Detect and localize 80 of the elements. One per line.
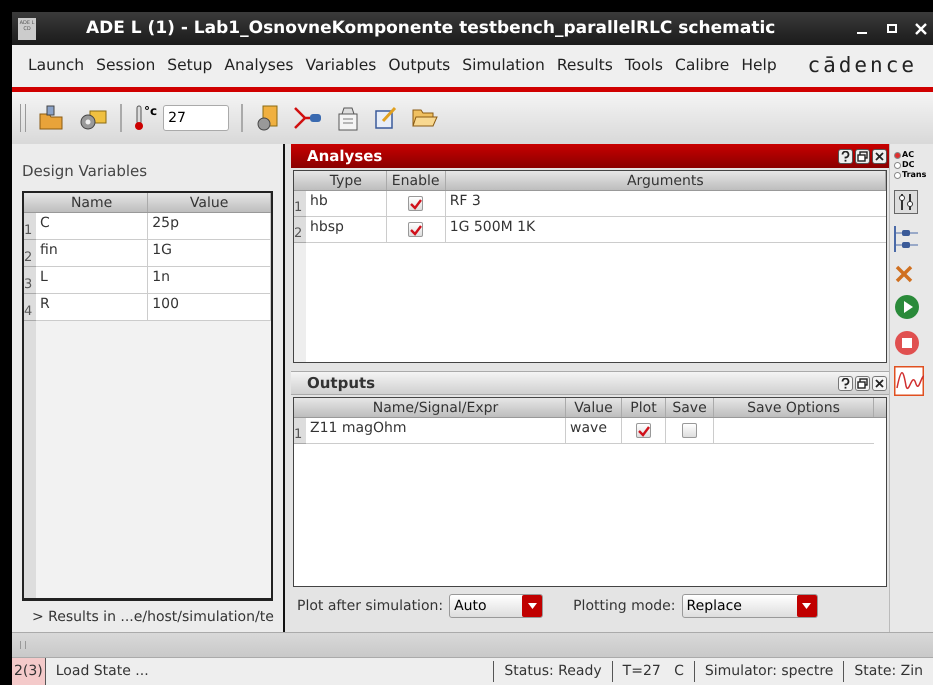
checkbox[interactable] bbox=[682, 423, 697, 438]
history-indicator: 2(3) bbox=[12, 658, 46, 685]
row-number: 4 bbox=[24, 294, 36, 320]
close-icon[interactable] bbox=[872, 376, 887, 390]
column-header[interactable]: Value bbox=[566, 398, 622, 417]
column-header[interactable]: Arguments bbox=[446, 171, 886, 190]
menu-item[interactable]: Session bbox=[96, 54, 156, 78]
maximize-icon[interactable] bbox=[887, 24, 897, 33]
field-label: Plot after simulation: bbox=[297, 596, 444, 616]
menu-item[interactable]: Simulation bbox=[462, 54, 545, 78]
close-icon[interactable] bbox=[872, 148, 887, 164]
temperature-text: T=27 C bbox=[612, 661, 694, 682]
stop-icon[interactable] bbox=[894, 330, 920, 356]
column-header[interactable]: Save Options bbox=[714, 398, 874, 417]
checkbox[interactable] bbox=[408, 196, 424, 211]
table-cell: R bbox=[36, 294, 148, 320]
table-cell: hb bbox=[306, 191, 387, 217]
waveform-icon[interactable] bbox=[894, 366, 924, 396]
menu-item[interactable]: Tools bbox=[624, 54, 663, 78]
table-cell: wave bbox=[566, 418, 622, 444]
row-number: 1 bbox=[24, 212, 36, 240]
status-text: Status: Ready bbox=[493, 661, 612, 682]
state-text: State: Zin bbox=[843, 661, 933, 682]
table-cell: 100 bbox=[148, 294, 271, 320]
radio-button[interactable]: AC bbox=[894, 150, 926, 160]
checkbox[interactable] bbox=[408, 222, 424, 237]
menu-item[interactable]: Calibre bbox=[675, 54, 730, 78]
sliders-icon[interactable] bbox=[894, 190, 918, 214]
caret-icon bbox=[796, 595, 817, 617]
menu-item[interactable]: Outputs bbox=[388, 54, 450, 78]
field-label: Plotting mode: bbox=[573, 596, 676, 616]
checkbox[interactable] bbox=[636, 423, 651, 438]
panel-title: Outputs bbox=[307, 372, 376, 394]
minimize-icon[interactable] bbox=[857, 32, 867, 34]
row-number: 2 bbox=[294, 217, 306, 243]
row-number: 3 bbox=[24, 266, 36, 294]
grip-icon[interactable] bbox=[20, 641, 26, 649]
menu-item[interactable]: Analyses bbox=[224, 54, 294, 78]
radio-button[interactable]: Trans bbox=[894, 170, 926, 180]
column-header[interactable]: Plot bbox=[622, 398, 666, 417]
help-icon[interactable] bbox=[838, 148, 853, 164]
simulator-text: Simulator: spectre bbox=[694, 661, 844, 682]
menu-item[interactable]: Variables bbox=[306, 54, 376, 78]
unit-label: °c bbox=[144, 105, 158, 117]
circuit-icon[interactable] bbox=[894, 224, 918, 254]
menu-item[interactable]: Results bbox=[556, 54, 613, 78]
panel-title: Design Variables bbox=[21, 161, 148, 182]
caret-icon bbox=[522, 595, 542, 617]
table-cell: Z11 magOhm bbox=[306, 418, 566, 444]
plotting-mode-dropdown[interactable]: Replace bbox=[682, 594, 818, 618]
status-message: Load State ... bbox=[54, 662, 150, 681]
plot-after-dropdown[interactable]: Auto bbox=[449, 594, 544, 618]
window-title: ADE L (1) - Lab1_OsnovneKomponente testbench_parallelRLC schematic bbox=[86, 16, 776, 40]
table-cell: hbsp bbox=[306, 217, 387, 243]
column-header[interactable]: Name bbox=[36, 192, 148, 212]
menu-item[interactable]: Help bbox=[741, 54, 777, 78]
row-number: 2 bbox=[24, 240, 36, 266]
float-icon[interactable] bbox=[855, 148, 870, 164]
row-number: 1 bbox=[294, 418, 306, 444]
column-header[interactable]: Enable bbox=[386, 171, 446, 190]
float-icon[interactable] bbox=[855, 376, 870, 390]
cross-icon[interactable] bbox=[894, 264, 914, 284]
help-icon[interactable] bbox=[838, 376, 853, 390]
table-cell: 1G 500M 1K bbox=[446, 217, 886, 243]
brand-logo: cādence bbox=[807, 52, 917, 80]
column-header[interactable]: Name/Signal/Expr bbox=[306, 398, 566, 417]
play-icon[interactable] bbox=[894, 294, 920, 320]
menu-item[interactable]: Setup bbox=[167, 54, 212, 78]
probe-icon[interactable] bbox=[293, 105, 324, 131]
table-cell: RF 3 bbox=[446, 191, 886, 217]
column-header[interactable]: Value bbox=[148, 192, 271, 212]
radio-button[interactable]: DC bbox=[894, 160, 926, 170]
results-path: > Results in ...e/host/simulation/te bbox=[31, 608, 275, 627]
thermometer-icon bbox=[134, 105, 144, 131]
row-number: 1 bbox=[294, 191, 306, 217]
temperature-field[interactable]: 27 bbox=[163, 105, 230, 131]
menu-item[interactable]: Launch bbox=[28, 54, 84, 78]
column-header[interactable]: Save bbox=[666, 398, 714, 417]
column-header[interactable]: Type bbox=[306, 171, 387, 190]
panel-title: Analyses bbox=[307, 146, 382, 167]
